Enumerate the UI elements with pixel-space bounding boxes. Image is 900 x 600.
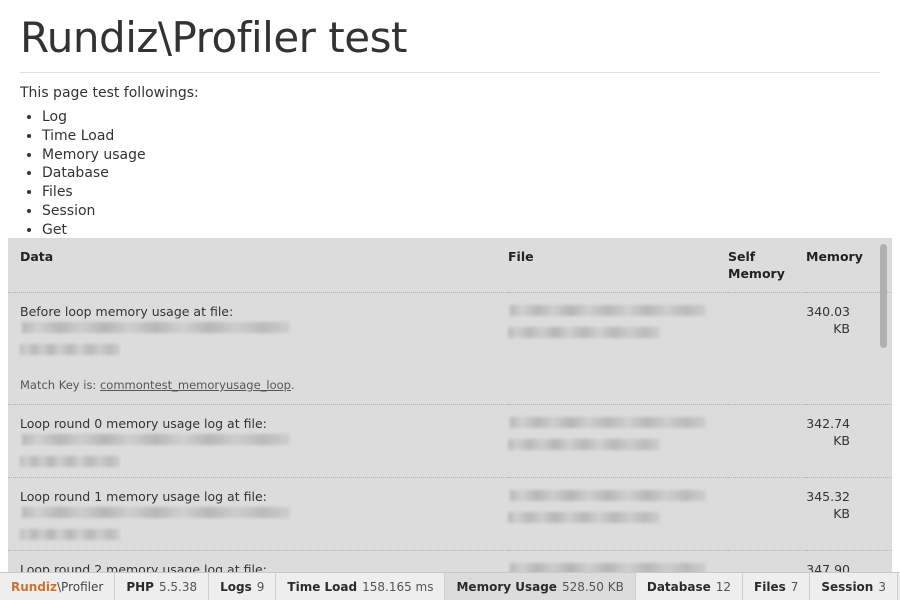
test-list-item: Time Load [42,127,900,146]
toolbar-tab-label: Time Load [287,579,358,594]
table-row[interactable]: Loop round 1 memory usage log at file: 34… [8,477,892,551]
cell-data: Before loop memory usage at file: Match K… [8,292,508,405]
toolbar-tab-value: 7 [790,579,799,594]
toolbar-tab-label: Files [754,579,786,594]
table-scrollbar-track[interactable] [879,242,888,568]
profiler-toolbar: Rundiz \Profiler PHP 5.5.38 Logs 9 Time Load 15… [0,572,900,600]
toolbar-tab-value: 3 [878,579,886,594]
toolbar-tab-label: Database [646,579,711,594]
column-header-self-memory[interactable]: Self Memory [728,238,806,293]
match-key-suffix: . [290,378,295,392]
toolbar-tab-value: 5.5.38 [158,579,198,594]
test-feature-list: LogTime LoadMemory usageDatabaseFilesSes… [0,108,900,240]
toolbar-tab-php[interactable]: PHP 5.5.38 [115,573,210,600]
profiler-table: Data File Self Memory Memory Before loop… [8,238,892,572]
table-row[interactable]: Loop round 2 memory usage log at file: 34… [8,550,892,572]
row-data-label: Before loop memory usage at file: [20,304,234,319]
test-list-item: Files [42,183,900,202]
redacted-file-path [22,507,290,518]
row-data-label: Loop round 1 memory usage log at file: [20,489,267,504]
redacted-file-name [510,417,706,428]
redacted-file-name [510,305,706,316]
toolbar-tab-memory-usage[interactable]: Memory Usage 528.50 KB [445,573,636,600]
redacted-file-name [510,563,706,572]
redacted-file-name-line2 [508,512,660,523]
toolbar-tab-rundiz[interactable]: Rundiz \Profiler [0,573,116,600]
toolbar-tab-value: \Profiler [57,579,104,594]
toolbar-tab-value: 528.50 KB [561,579,624,594]
toolbar-tab-value: 9 [256,579,265,594]
intro-text: This page test followings: [20,85,199,102]
toolbar-tab-label: Memory Usage [456,579,557,594]
redacted-file-name-line2 [508,439,660,450]
cell-data: Loop round 0 memory usage log at file: [8,404,508,478]
profiler-panel-inner: Data File Self Memory Memory Before loop… [8,238,892,572]
column-header-data[interactable]: Data [8,238,508,293]
cell-data: Loop round 1 memory usage log at file: [8,477,508,551]
toolbar-tab-session[interactable]: Session 3 [810,573,898,600]
profiler-test-page: Rundiz\Profiler test This page test foll… [0,0,900,600]
match-key-link[interactable]: commontest_memoryusage_loop [100,378,291,392]
redacted-file-path [22,322,290,333]
table-scrollbar-thumb[interactable] [880,244,887,348]
test-list-item: Session [42,202,900,221]
match-key-note: Match Key is: commontest_memoryusage_loo… [20,377,502,394]
profiler-table-head: Data File Self Memory Memory [8,238,892,293]
toolbar-tab-files[interactable]: Files 7 [743,573,811,600]
cell-self-memory [728,550,806,572]
toolbar-tab-label: Session [821,579,874,594]
redacted-file-path [22,434,290,445]
cell-data: Loop round 2 memory usage log at file: [8,550,508,572]
toolbar-tab-value: 158.165 ms [362,579,434,594]
table-header-row: Data File Self Memory Memory [8,238,892,293]
redacted-file-name-line2 [508,327,660,338]
cell-self-memory [728,292,806,405]
toolbar-tab-logs[interactable]: Logs 9 [209,573,277,600]
cell-file [508,404,728,478]
table-row[interactable]: Loop round 0 memory usage log at file: 34… [8,404,892,478]
cell-file [508,477,728,551]
redacted-file-path-line2 [20,344,120,355]
row-data-label: Loop round 0 memory usage log at file: [20,416,267,431]
cell-self-memory [728,404,806,478]
toolbar-tab-value: 12 [715,579,732,594]
cell-file [508,292,728,405]
row-data-label: Loop round 2 memory usage log at file: [20,562,267,572]
profiler-table-body: Before loop memory usage at file: Match K… [8,292,892,572]
test-list-item: Memory usage [42,146,900,165]
toolbar-tab-label: PHP [126,579,154,594]
table-row[interactable]: Before loop memory usage at file: Match K… [8,292,892,405]
toolbar-tab-label: Rundiz [11,579,58,594]
cell-file [508,550,728,572]
test-list-item: Database [42,164,900,183]
toolbar-tab-database[interactable]: Database 12 [636,573,744,600]
toolbar-tab-label: Logs [220,579,252,594]
toolbar-tab-time-load[interactable]: Time Load 158.165 ms [276,573,446,600]
page-title: Rundiz\Profiler test [20,13,407,62]
profiler-panel: Data File Self Memory Memory Before loop… [8,238,892,572]
redacted-file-path-line2 [20,529,120,540]
test-list-item: Get [42,221,900,240]
match-key-prefix: Match Key is: [20,378,100,392]
column-header-file[interactable]: File [508,238,728,293]
redacted-file-path-line2 [20,456,120,467]
cell-self-memory [728,477,806,551]
redacted-file-name [510,490,706,501]
test-list-item: Log [42,108,900,127]
